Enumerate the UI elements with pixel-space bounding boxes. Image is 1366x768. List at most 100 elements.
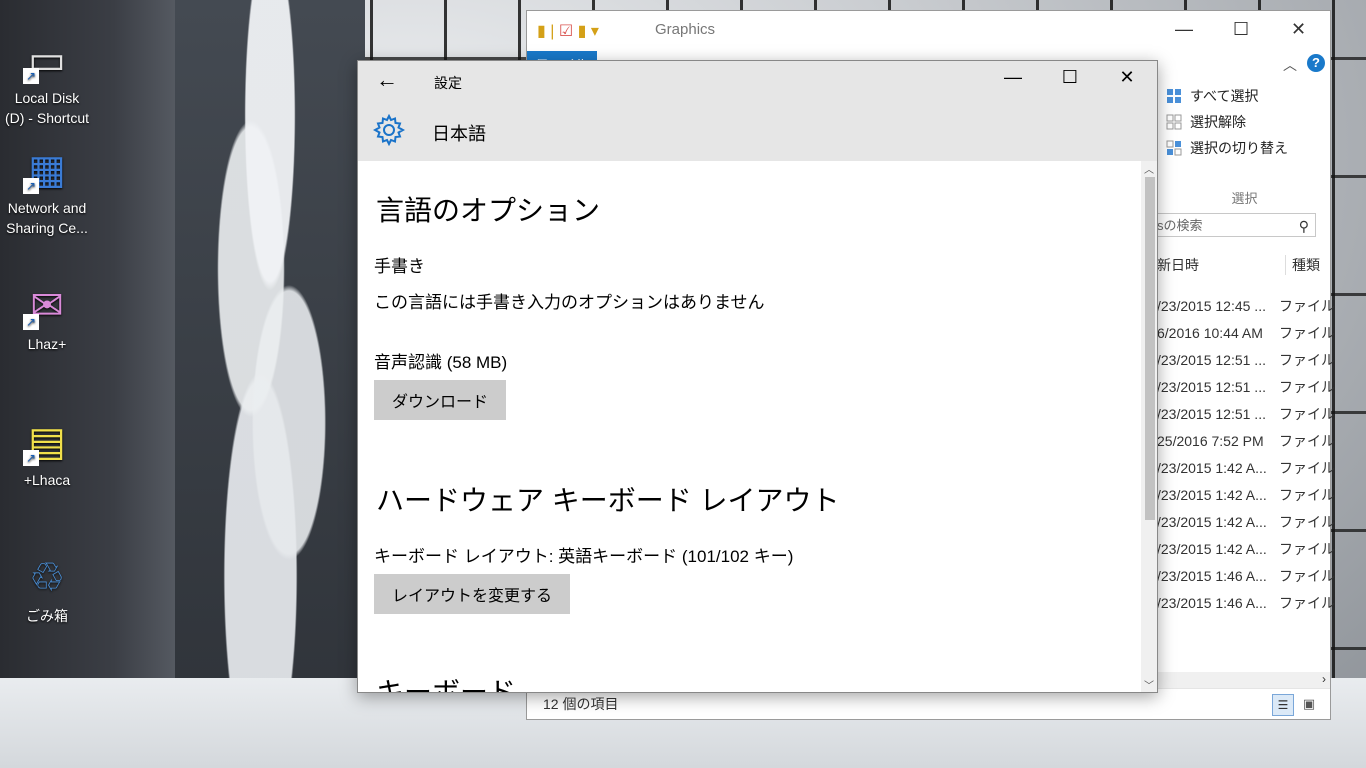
select-none-icon bbox=[1166, 114, 1182, 130]
settings-title-bar[interactable]: ← 設定 — ☐ ✕ bbox=[358, 61, 1157, 101]
select-all-button[interactable]: すべて選択 bbox=[1158, 83, 1331, 109]
column-type[interactable]: 種類 bbox=[1285, 255, 1320, 275]
scroll-right-icon[interactable]: › bbox=[1322, 672, 1326, 686]
details-view-icon[interactable]: ☰ bbox=[1272, 694, 1294, 716]
invert-selection-button[interactable]: 選択の切り替え bbox=[1158, 135, 1331, 161]
desktop-icon-label: Lhaz+ bbox=[27, 336, 67, 352]
handwriting-label: 手書き bbox=[374, 257, 425, 276]
settings-window-title: 設定 bbox=[434, 75, 462, 91]
table-row[interactable]: /23/2015 12:51 ... ファイル bbox=[1157, 401, 1335, 428]
table-row[interactable]: 25/2016 7:52 PM ファイル bbox=[1157, 428, 1335, 455]
shortcut-arrow-icon: ↗ bbox=[23, 68, 39, 84]
table-row[interactable]: /23/2015 1:46 A... ファイル bbox=[1157, 563, 1335, 590]
row-type: ファイル bbox=[1279, 325, 1335, 341]
change-layout-button[interactable]: レイアウトを変更する bbox=[374, 574, 571, 614]
table-row[interactable]: 6/2016 10:44 AM ファイル bbox=[1157, 320, 1335, 347]
speech-recognition-label: 音声認識 (58 MB) bbox=[374, 353, 508, 372]
desktop-icon-label: +Lhaca bbox=[23, 472, 71, 488]
row-date: /23/2015 1:46 A... bbox=[1157, 595, 1267, 611]
explorer-title-bar[interactable]: ▮ | ☑ ▮ ▾ Graphics — ☐ ✕ bbox=[527, 11, 1330, 51]
desktop-icon[interactable]: ▭ ↗ Local Disk (D) - Shortcut bbox=[0, 36, 94, 128]
lhaz-icon: ✉ ↗ bbox=[23, 282, 71, 330]
row-date: /23/2015 12:51 ... bbox=[1157, 406, 1266, 422]
column-date[interactable]: 新日時 bbox=[1157, 255, 1199, 275]
row-date: 6/2016 10:44 AM bbox=[1157, 325, 1263, 341]
settings-content: 言語のオプション 手書き この言語には手書き入力のオプションはありません 音声認… bbox=[358, 161, 1141, 692]
maximize-icon[interactable]: ☐ bbox=[1233, 19, 1249, 40]
row-type: ファイル bbox=[1279, 487, 1335, 503]
scroll-up-icon[interactable]: ︿ bbox=[1141, 161, 1157, 176]
desktop-icon[interactable]: ♲ ごみ箱 bbox=[0, 554, 94, 626]
keyboard-layout-label: キーボード レイアウト: 英語キーボード (101/102 キー) bbox=[374, 547, 794, 566]
scrollbar-thumb[interactable] bbox=[1145, 177, 1155, 520]
table-row[interactable]: /23/2015 12:51 ... ファイル bbox=[1157, 374, 1335, 401]
row-date: /23/2015 1:42 A... bbox=[1157, 460, 1267, 476]
table-row[interactable]: /23/2015 12:45 ... ファイル bbox=[1157, 293, 1335, 320]
file-list: /23/2015 12:45 ... ファイル 6/2016 10:44 AM ファイ… bbox=[1157, 293, 1335, 617]
table-row[interactable]: /23/2015 1:42 A... ファイル bbox=[1157, 455, 1335, 482]
row-type: ファイル bbox=[1279, 514, 1335, 530]
handwriting-description: この言語には手書き入力のオプションはありません bbox=[374, 293, 765, 312]
desktop-icon[interactable]: ▦ ↗ Network and Sharing Ce... bbox=[0, 146, 94, 238]
shortcut-arrow-icon: ↗ bbox=[23, 314, 39, 330]
row-date: /23/2015 12:45 ... bbox=[1157, 298, 1266, 314]
download-button[interactable]: ダウンロード bbox=[374, 380, 507, 420]
help-icon[interactable]: ? bbox=[1307, 54, 1325, 72]
invert-selection-icon bbox=[1166, 140, 1182, 156]
row-date: /23/2015 12:51 ... bbox=[1157, 379, 1266, 395]
minimize-icon[interactable]: — bbox=[1175, 19, 1193, 40]
quick-access-toolbar-icon[interactable]: ▮ | ☑ ▮ ▾ bbox=[537, 21, 599, 41]
select-none-button[interactable]: 選択解除 bbox=[1158, 109, 1331, 135]
table-row[interactable]: /23/2015 1:42 A... ファイル bbox=[1157, 536, 1335, 563]
desktop-icon[interactable]: ▤ ↗ +Lhaca bbox=[0, 418, 94, 490]
desktop-icon[interactable]: ✉ ↗ Lhaz+ bbox=[0, 282, 94, 354]
large-icons-view-icon[interactable]: ▣ bbox=[1299, 694, 1319, 714]
table-row[interactable]: /23/2015 1:42 A... ファイル bbox=[1157, 482, 1335, 509]
desktop-snow-tree bbox=[175, 0, 365, 768]
search-input[interactable]: sの検索 ⚲ bbox=[1152, 213, 1316, 237]
shortcut-arrow-icon: ↗ bbox=[23, 450, 39, 466]
explorer-title: Graphics bbox=[655, 21, 716, 38]
table-row[interactable]: /23/2015 1:46 A... ファイル bbox=[1157, 590, 1335, 617]
ribbon-select-group: すべて選択 選択解除 選択の切り替え 選択 bbox=[1157, 83, 1331, 206]
ribbon-collapse-icon[interactable]: ︿ bbox=[1283, 55, 1297, 75]
row-date: 25/2016 7:52 PM bbox=[1157, 433, 1264, 449]
lhaca-icon: ▤ ↗ bbox=[23, 418, 71, 466]
table-row[interactable]: /23/2015 1:42 A... ファイル bbox=[1157, 509, 1335, 536]
row-type: ファイル bbox=[1279, 298, 1335, 314]
minimize-icon[interactable]: — bbox=[990, 67, 1036, 95]
ribbon-group-label: 選択 bbox=[1231, 191, 1258, 206]
vertical-scrollbar[interactable]: ︿ ﹀ bbox=[1141, 161, 1157, 692]
local-disk-shortcut-icon: ▭ ↗ bbox=[23, 36, 71, 84]
close-icon[interactable]: ✕ bbox=[1291, 19, 1306, 40]
desktop-icon-label: Network and Sharing Ce... bbox=[6, 200, 88, 236]
row-type: ファイル bbox=[1279, 460, 1335, 476]
row-date: /23/2015 1:42 A... bbox=[1157, 541, 1267, 557]
gear-icon bbox=[373, 114, 405, 146]
section-keyboard: キーボード bbox=[376, 671, 516, 692]
horizontal-scrollbar[interactable]: › bbox=[1157, 672, 1330, 689]
search-icon[interactable]: ⚲ bbox=[1299, 214, 1309, 238]
table-row[interactable]: /23/2015 12:51 ... ファイル bbox=[1157, 347, 1335, 374]
item-count: 12 個の項目 bbox=[543, 696, 619, 712]
row-type: ファイル bbox=[1279, 541, 1335, 557]
back-arrow-icon[interactable]: ← bbox=[376, 67, 398, 93]
row-type: ファイル bbox=[1279, 379, 1335, 395]
row-type: ファイル bbox=[1279, 433, 1335, 449]
row-date: /23/2015 12:51 ... bbox=[1157, 352, 1266, 368]
row-date: /23/2015 1:46 A... bbox=[1157, 568, 1267, 584]
desktop-icon-label: ごみ箱 bbox=[26, 608, 68, 624]
desktop-icon-label: Local Disk (D) - Shortcut bbox=[4, 90, 89, 126]
close-icon[interactable]: ✕ bbox=[1104, 67, 1150, 95]
row-date: /23/2015 1:42 A... bbox=[1157, 514, 1267, 530]
settings-window[interactable]: ← 設定 — ☐ ✕ 日本語 言語のオプション 手書き この言語には手書き入力の… bbox=[357, 60, 1158, 693]
row-type: ファイル bbox=[1279, 595, 1335, 611]
page-title: 日本語 bbox=[432, 124, 486, 144]
settings-page-header: 日本語 bbox=[358, 101, 1157, 161]
maximize-icon[interactable]: ☐ bbox=[1047, 67, 1093, 95]
row-date: /23/2015 1:42 A... bbox=[1157, 487, 1267, 503]
row-type: ファイル bbox=[1279, 568, 1335, 584]
scroll-down-icon[interactable]: ﹀ bbox=[1141, 677, 1157, 692]
network-sharing-icon: ▦ ↗ bbox=[23, 146, 71, 194]
row-type: ファイル bbox=[1279, 352, 1335, 368]
